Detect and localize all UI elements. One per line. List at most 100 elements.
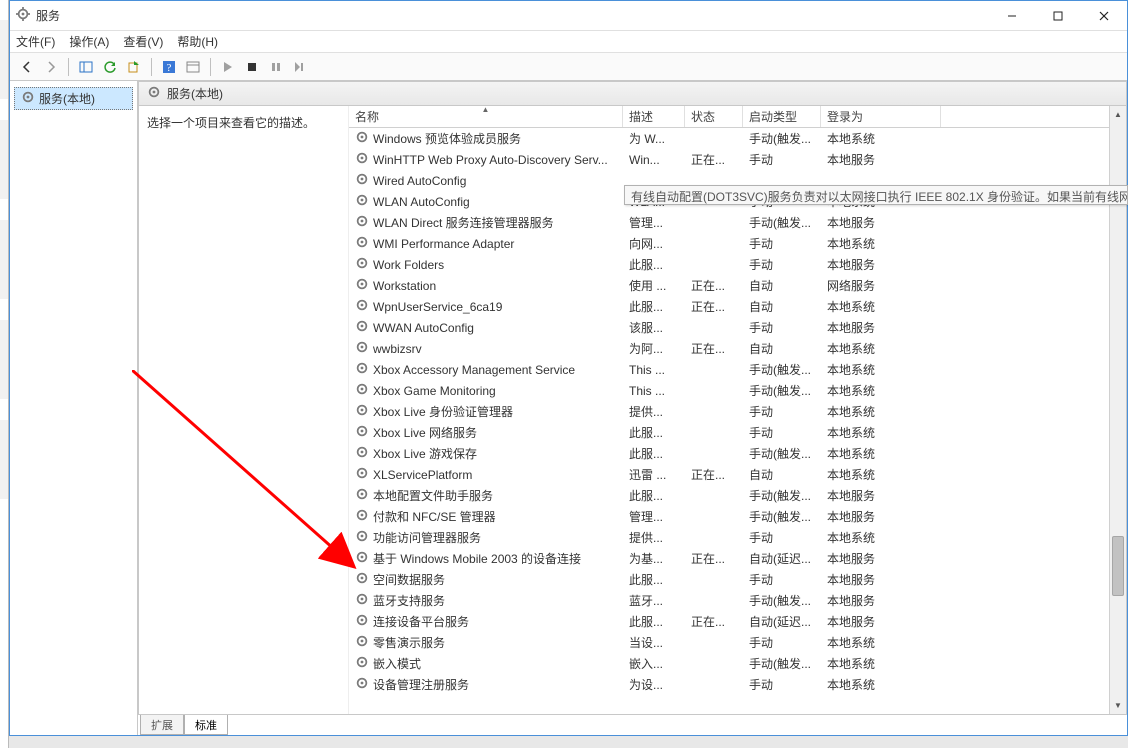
service-name: 本地配置文件助手服务 xyxy=(373,487,493,504)
service-startup: 手动(触发... xyxy=(743,592,821,609)
scroll-track[interactable] xyxy=(1110,123,1126,697)
nav-back-button[interactable] xyxy=(16,56,38,78)
table-row[interactable]: WWAN AutoConfig该服...手动本地服务 xyxy=(349,317,1126,338)
adjacent-window-edge xyxy=(0,0,9,748)
table-row[interactable]: Xbox Live 身份验证管理器提供...手动本地系统 xyxy=(349,401,1126,422)
menu-action[interactable]: 操作(A) xyxy=(69,33,109,50)
table-row[interactable]: 功能访问管理器服务提供...手动本地系统 xyxy=(349,527,1126,548)
main-inner: 服务(本地) 选择一个项目来查看它的描述。 名称▲ 描述 状态 启动类型 登录为 xyxy=(138,81,1127,715)
pane-header: 服务(本地) xyxy=(139,82,1126,106)
service-desc: 此服... xyxy=(623,256,685,273)
table-row[interactable]: WinHTTP Web Proxy Auto-Discovery Serv...… xyxy=(349,149,1126,170)
table-row[interactable]: 嵌入模式嵌入...手动(触发...本地系统 xyxy=(349,653,1126,674)
col-status[interactable]: 状态 xyxy=(685,106,743,127)
table-row[interactable]: Xbox Game MonitoringThis ...手动(触发...本地系统 xyxy=(349,380,1126,401)
service-startup: 自动 xyxy=(743,466,821,483)
gear-icon xyxy=(355,403,369,420)
service-desc: Win... xyxy=(623,153,685,167)
service-logon: 本地系统 xyxy=(821,634,941,651)
service-desc: 管理... xyxy=(623,214,685,231)
service-desc: 为 W... xyxy=(623,130,685,147)
gear-icon xyxy=(355,634,369,651)
stop-service-button[interactable] xyxy=(241,56,263,78)
col-name[interactable]: 名称▲ xyxy=(349,106,623,127)
table-row[interactable]: 基于 Windows Mobile 2003 的设备连接为基...正在...自动… xyxy=(349,548,1126,569)
service-logon: 本地服务 xyxy=(821,319,941,336)
gear-icon xyxy=(355,382,369,399)
table-row[interactable]: 付款和 NFC/SE 管理器管理...手动(触发...本地服务 xyxy=(349,506,1126,527)
service-desc: 该服... xyxy=(623,319,685,336)
gear-icon xyxy=(355,676,369,693)
table-row[interactable]: 零售演示服务当设...手动本地系统 xyxy=(349,632,1126,653)
gear-icon xyxy=(355,487,369,504)
table-row[interactable]: 空间数据服务此服...手动本地服务 xyxy=(349,569,1126,590)
service-desc: 为基... xyxy=(623,550,685,567)
table-row[interactable]: 蓝牙支持服务蓝牙...手动(触发...本地服务 xyxy=(349,590,1126,611)
service-startup: 自动(延迟... xyxy=(743,613,821,630)
service-name: wwbizsrv xyxy=(373,342,422,356)
table-row[interactable]: Xbox Live 网络服务此服...手动本地系统 xyxy=(349,422,1126,443)
start-service-button[interactable] xyxy=(217,56,239,78)
sort-asc-icon: ▲ xyxy=(482,105,490,114)
table-row[interactable]: Xbox Accessory Management ServiceThis ..… xyxy=(349,359,1126,380)
table-row[interactable]: 设备管理注册服务为设...手动本地系统 xyxy=(349,674,1126,695)
main-pane: 服务(本地) 选择一个项目来查看它的描述。 名称▲ 描述 状态 启动类型 登录为 xyxy=(138,81,1127,735)
client-area: 服务(本地) 服务(本地) 选择一个项目来查看它的描述。 xyxy=(10,81,1127,735)
services-icon xyxy=(21,90,35,107)
gear-icon xyxy=(355,130,369,147)
service-desc: 提供... xyxy=(623,529,685,546)
export-list-button[interactable] xyxy=(123,56,145,78)
tree-pane[interactable]: 服务(本地) xyxy=(10,81,138,735)
service-name: Xbox Accessory Management Service xyxy=(373,363,575,377)
service-startup: 自动(延迟... xyxy=(743,550,821,567)
minimize-button[interactable] xyxy=(989,1,1035,31)
properties-button[interactable] xyxy=(182,56,204,78)
table-row[interactable]: 连接设备平台服务此服...正在...自动(延迟...本地服务 xyxy=(349,611,1126,632)
service-name: WinHTTP Web Proxy Auto-Discovery Serv... xyxy=(373,153,608,167)
col-startup[interactable]: 启动类型 xyxy=(743,106,821,127)
service-startup: 自动 xyxy=(743,298,821,315)
col-logon[interactable]: 登录为 xyxy=(821,106,941,127)
gear-icon xyxy=(355,466,369,483)
refresh-button[interactable] xyxy=(99,56,121,78)
nav-forward-button[interactable] xyxy=(40,56,62,78)
service-name: WLAN AutoConfig xyxy=(373,195,470,209)
service-status: 正在... xyxy=(685,277,743,294)
menu-view[interactable]: 查看(V) xyxy=(123,33,163,50)
service-startup: 手动(触发... xyxy=(743,655,821,672)
gear-icon xyxy=(355,256,369,273)
table-row[interactable]: WMI Performance Adapter向网...手动本地系统 xyxy=(349,233,1126,254)
maximize-button[interactable] xyxy=(1035,1,1081,31)
restart-service-button[interactable] xyxy=(289,56,311,78)
table-row[interactable]: WLAN Direct 服务连接管理器服务管理...手动(触发...本地服务 xyxy=(349,212,1126,233)
scroll-down-icon[interactable]: ▼ xyxy=(1110,697,1127,714)
service-desc: 嵌入... xyxy=(623,655,685,672)
menu-file[interactable]: 文件(F) xyxy=(16,33,55,50)
menu-help[interactable]: 帮助(H) xyxy=(177,33,218,50)
service-name: WpnUserService_6ca19 xyxy=(373,300,502,314)
table-row[interactable]: wwbizsrv为阿...正在...自动本地系统 xyxy=(349,338,1126,359)
gear-icon xyxy=(355,655,369,672)
gear-icon xyxy=(355,340,369,357)
table-row[interactable]: Windows 预览体验成员服务为 W...手动(触发...本地系统 xyxy=(349,128,1126,149)
table-row[interactable]: Workstation使用 ...正在...自动网络服务 xyxy=(349,275,1126,296)
table-row[interactable]: WpnUserService_6ca19此服...正在...自动本地系统 xyxy=(349,296,1126,317)
table-row[interactable]: 本地配置文件助手服务此服...手动(触发...本地服务 xyxy=(349,485,1126,506)
tab-standard[interactable]: 标准 xyxy=(184,715,228,735)
gear-icon xyxy=(355,235,369,252)
table-row[interactable]: XLServicePlatform迅雷 ...正在...自动本地系统 xyxy=(349,464,1126,485)
close-button[interactable] xyxy=(1081,1,1127,31)
scroll-thumb[interactable] xyxy=(1112,536,1124,596)
table-row[interactable]: Work Folders此服...手动本地服务 xyxy=(349,254,1126,275)
scroll-up-icon[interactable]: ▲ xyxy=(1110,106,1127,123)
col-desc[interactable]: 描述 xyxy=(623,106,685,127)
tab-extended[interactable]: 扩展 xyxy=(140,715,184,735)
tree-root-node[interactable]: 服务(本地) xyxy=(14,87,133,110)
service-desc: 此服... xyxy=(623,424,685,441)
service-name: Wired AutoConfig xyxy=(373,174,466,188)
service-desc: 管理... xyxy=(623,508,685,525)
help-button[interactable]: ? xyxy=(158,56,180,78)
show-hide-tree-button[interactable] xyxy=(75,56,97,78)
table-row[interactable]: Xbox Live 游戏保存此服...手动(触发...本地系统 xyxy=(349,443,1126,464)
pause-service-button[interactable] xyxy=(265,56,287,78)
